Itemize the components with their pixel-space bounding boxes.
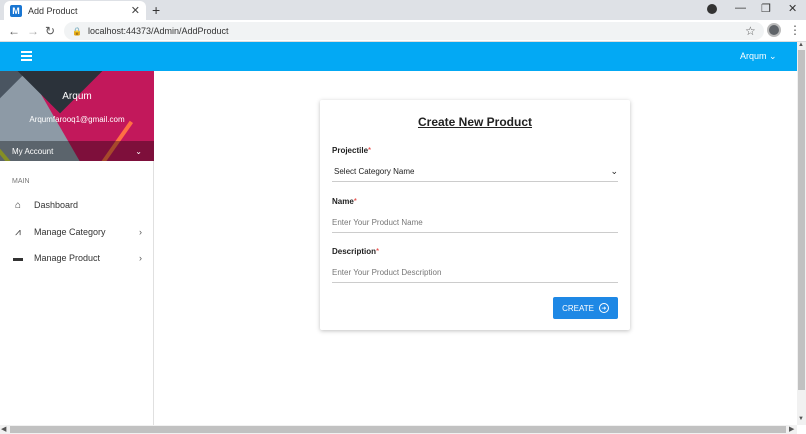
hamburger-menu-icon[interactable] — [21, 51, 32, 61]
category-select[interactable]: Select Category Name ⌄ — [332, 162, 618, 182]
profile-avatar-icon[interactable] — [767, 23, 781, 37]
back-icon[interactable]: ← — [8, 24, 20, 38]
tab-title: Add Product — [28, 5, 78, 16]
horizontal-scroll-thumb[interactable] — [10, 426, 786, 433]
create-button[interactable]: CREATE ➜ — [553, 297, 618, 319]
sidebar-item-label: Manage Product — [34, 253, 101, 263]
scroll-up-icon[interactable]: ▲ — [798, 42, 804, 48]
description-label: Description* — [332, 247, 380, 256]
name-label: Name* — [332, 197, 357, 206]
vertical-scrollbar[interactable]: ▲ ▼ — [797, 42, 806, 425]
section-label-main: MAIN — [12, 178, 30, 185]
graph-icon: ⩘ — [15, 226, 21, 238]
app-header: Arqum ⌄ — [0, 42, 797, 71]
arrow-right-circle-icon: ➜ — [598, 303, 609, 313]
scroll-left-icon[interactable]: ◀ — [1, 425, 6, 433]
vertical-scroll-thumb[interactable] — [798, 50, 805, 390]
horizontal-scrollbar[interactable]: ◀ ▶ — [0, 425, 797, 434]
category-select-value: Select Category Name — [334, 167, 415, 176]
reload-icon[interactable]: ↻ — [45, 24, 55, 38]
chevron-right-icon: › — [139, 227, 142, 237]
address-bar-row: ← → ↻ 🔒 localhost:44373/Admin/AddProduct… — [0, 20, 806, 42]
chevron-down-icon: ⌄ — [135, 146, 142, 156]
browser-tab[interactable]: M Add Product ✕ — [4, 1, 146, 20]
favicon-icon: M — [10, 4, 22, 17]
close-tab-icon[interactable]: ✕ — [131, 4, 140, 17]
profile-card: Arqum Arqumfarooq1@gmail.com My Account … — [0, 71, 154, 161]
product-description-input[interactable] — [332, 263, 618, 283]
scroll-right-icon[interactable]: ▶ — [789, 425, 794, 433]
required-marker: * — [368, 146, 372, 155]
menu-kebab-icon[interactable]: ⋮ — [789, 23, 801, 37]
sidebar-item-manage-product[interactable]: ▬ Manage Product › — [0, 249, 154, 267]
url-text: localhost:44373/Admin/AddProduct — [87, 26, 229, 36]
scroll-down-icon[interactable]: ▼ — [798, 416, 804, 422]
required-marker: * — [353, 197, 357, 206]
product-name-input[interactable] — [332, 213, 618, 233]
new-tab-icon[interactable]: + — [152, 2, 160, 18]
profile-name: Arqum — [62, 91, 92, 102]
projectile-label: Projectile* — [332, 146, 372, 155]
box-icon: ▬ — [13, 252, 23, 264]
sidebar-item-label: Manage Category — [34, 227, 106, 237]
sidebar-item-manage-category[interactable]: ⩘ Manage Category › — [0, 223, 154, 241]
url-input[interactable]: 🔒 localhost:44373/Admin/AddProduct — [64, 22, 764, 40]
forward-icon[interactable]: → — [27, 24, 39, 38]
user-menu[interactable]: Arqum ⌄ — [740, 51, 777, 62]
lock-icon: 🔒 — [72, 26, 82, 36]
chevron-right-icon: › — [139, 253, 142, 263]
media-indicator-icon[interactable] — [707, 4, 717, 14]
sidebar-item-dashboard[interactable]: ⌂ Dashboard — [0, 196, 154, 214]
minimize-icon[interactable]: — — [735, 2, 746, 14]
my-account-label: My Account — [12, 146, 54, 156]
create-product-card: Create New Product Projectile* Select Ca… — [320, 100, 630, 330]
page-title: Create New Product — [417, 115, 533, 129]
required-marker: * — [376, 247, 380, 256]
profile-email: Arqumfarooq1@gmail.com — [29, 115, 125, 124]
restore-icon[interactable]: ❐ — [761, 2, 771, 15]
my-account-toggle[interactable]: My Account ⌄ — [0, 141, 154, 161]
sidebar: Arqum Arqumfarooq1@gmail.com My Account … — [0, 71, 154, 425]
home-icon: ⌂ — [14, 199, 22, 211]
create-button-label: CREATE — [562, 303, 594, 313]
bookmark-star-icon[interactable]: ☆ — [745, 24, 756, 38]
sidebar-item-label: Dashboard — [34, 200, 79, 210]
chevron-down-icon: ⌄ — [610, 166, 618, 176]
close-window-icon[interactable]: ✕ — [788, 2, 797, 15]
browser-tab-bar: M Add Product ✕ + — ❐ ✕ — [0, 0, 806, 20]
